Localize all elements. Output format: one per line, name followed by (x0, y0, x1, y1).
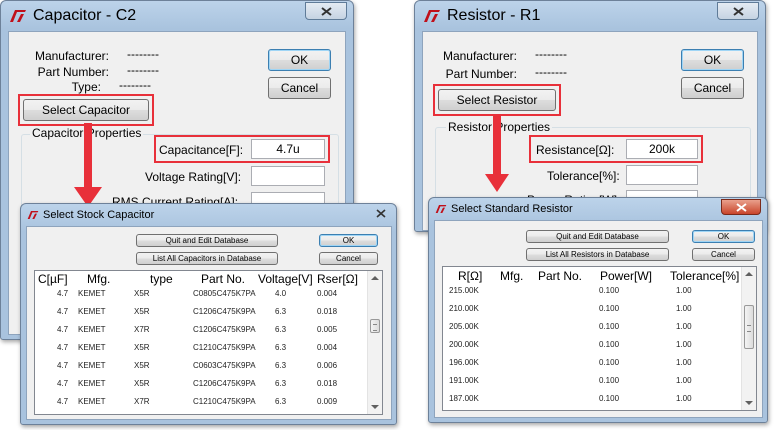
quit-edit-database-button[interactable]: Quit and Edit Database (526, 230, 669, 243)
resistor-list[interactable]: R[Ω] Mfg. Part No. Power[W] Tolerance[%]… (442, 266, 757, 411)
scroll-down-icon[interactable] (371, 405, 379, 409)
table-row[interactable]: 205.00K 0.100 1.00 (443, 318, 756, 336)
capacitor-titlebar[interactable]: Capacitor - C2 (1, 1, 353, 31)
type-value: -------- (119, 78, 151, 92)
cancel-button[interactable]: Cancel (681, 77, 744, 99)
select-resistor-highlight (433, 84, 561, 116)
ok-button[interactable]: OK (681, 49, 744, 71)
part-number-value: -------- (535, 65, 567, 79)
ltspice-logo-icon (10, 10, 26, 22)
list-all-capacitors-button[interactable]: List All Capacitors in Database (136, 252, 278, 265)
close-button[interactable] (721, 199, 761, 215)
table-row[interactable]: 187.00K 0.100 1.00 (443, 390, 756, 408)
resistor-titlebar[interactable]: Resistor - R1 (415, 1, 765, 31)
column-header[interactable]: type (150, 272, 173, 286)
column-header[interactable]: Mfg. (87, 272, 110, 286)
table-row[interactable]: 4.7 KEMET X5R C1206C475K9PA 6.3 0.018 (35, 303, 382, 321)
ltspice-logo-icon (424, 10, 440, 22)
select-capacitor-highlight (18, 94, 154, 126)
scroll-thumb[interactable] (744, 305, 754, 349)
table-row[interactable]: 4.7 KEMET X5R C1206C475K9PA 6.3 0.018 (35, 375, 382, 393)
close-icon[interactable] (376, 209, 386, 218)
stock-capacitor-title: Select Stock Capacitor (43, 209, 155, 221)
scroll-down-icon[interactable] (745, 401, 753, 405)
column-header[interactable]: Part No. (201, 272, 245, 286)
column-header[interactable]: Tolerance[%] (670, 269, 739, 283)
standard-resistor-dialog: Select Standard Resistor Quit and Edit D… (428, 197, 768, 423)
manufacturer-value: -------- (535, 47, 567, 61)
column-header[interactable]: Power[W] (600, 269, 652, 283)
quit-edit-database-button[interactable]: Quit and Edit Database (136, 234, 278, 247)
table-row[interactable]: 4.7 KEMET X7R C1206C475K9PA 6.3 0.005 (35, 321, 382, 339)
scroll-thumb[interactable] (370, 319, 380, 333)
type-label: Type: (71, 80, 101, 94)
standard-resistor-client: Quit and Edit Database List All Resistor… (434, 220, 763, 418)
column-header[interactable]: C[µF] (38, 272, 68, 286)
capacitor-window-title: Capacitor - C2 (33, 7, 137, 24)
resistor-window-title: Resistor - R1 (447, 7, 541, 24)
vertical-scrollbar[interactable] (741, 267, 756, 410)
stock-capacitor-dialog: Select Stock Capacitor Quit and Edit Dat… (20, 203, 397, 425)
column-header[interactable]: R[Ω] (458, 269, 482, 283)
tolerance-field[interactable] (626, 165, 698, 185)
table-row[interactable]: 4.7 KEMET X5R C1210C475K9PA 6.3 0.004 (35, 339, 382, 357)
capacitor-close-button[interactable] (305, 2, 347, 20)
part-number-label: Part Number: (37, 65, 109, 79)
ltspice-logo-icon (27, 211, 39, 219)
manufacturer-label: Manufacturer: (34, 49, 109, 63)
column-header[interactable]: Rser[Ω] (317, 272, 358, 286)
scroll-up-icon[interactable] (371, 276, 379, 280)
voltage-rating-label: Voltage Rating[V]: (145, 170, 242, 184)
scroll-up-icon[interactable] (745, 272, 753, 276)
tolerance-label: Tolerance[%]: (547, 169, 620, 183)
arrow-down-icon (485, 114, 509, 192)
table-row[interactable]: 191.00K 0.100 1.00 (443, 372, 756, 390)
cancel-button[interactable]: Cancel (268, 77, 331, 99)
column-header[interactable]: Mfg. (500, 269, 523, 283)
close-icon (321, 7, 332, 16)
manufacturer-value: -------- (127, 47, 159, 61)
resistance-highlight (529, 135, 703, 163)
ok-button[interactable]: OK (319, 234, 378, 247)
ok-button[interactable]: OK (268, 49, 331, 71)
column-header[interactable]: Part No. (538, 269, 582, 283)
table-row[interactable]: 215.00K 0.100 1.00 (443, 282, 756, 300)
column-header[interactable]: Voltage[V] (258, 272, 312, 286)
cancel-button[interactable]: Cancel (692, 248, 755, 261)
table-row[interactable]: 210.00K 0.100 1.00 (443, 300, 756, 318)
table-row[interactable]: 4.7 KEMET X5R C0603C475K9PA 6.3 0.006 (35, 357, 382, 375)
ltspice-logo-icon (435, 205, 447, 213)
table-row[interactable]: 4.7 KEMET X7R C1210C475K9PA 6.3 0.009 (35, 393, 382, 411)
cancel-button[interactable]: Cancel (319, 252, 378, 265)
arrow-down-icon (74, 123, 102, 207)
capacitor-list[interactable]: C[µF] Mfg. type Part No. Voltage[V] Rser… (34, 270, 383, 415)
table-row[interactable]: 4.7 KEMET X5R C0805C475K7PA 4.0 0.004 (35, 285, 382, 303)
ok-button[interactable]: OK (692, 230, 755, 243)
part-number-value: -------- (127, 63, 159, 77)
part-number-label: Part Number: (445, 67, 517, 81)
table-row[interactable]: 200.00K 0.100 1.00 (443, 336, 756, 354)
list-all-resistors-button[interactable]: List All Resistors in Database (526, 248, 669, 261)
close-icon (733, 7, 744, 16)
table-row[interactable]: 196.00K 0.100 1.00 (443, 354, 756, 372)
close-icon (736, 203, 747, 212)
resistor-close-button[interactable] (717, 2, 759, 20)
standard-resistor-title: Select Standard Resistor (451, 203, 573, 215)
vertical-scrollbar[interactable] (367, 271, 382, 414)
voltage-rating-field[interactable] (251, 166, 325, 186)
stock-capacitor-client: Quit and Edit Database List All Capacito… (26, 226, 392, 420)
capacitance-highlight (154, 135, 330, 163)
manufacturer-label: Manufacturer: (442, 49, 517, 63)
